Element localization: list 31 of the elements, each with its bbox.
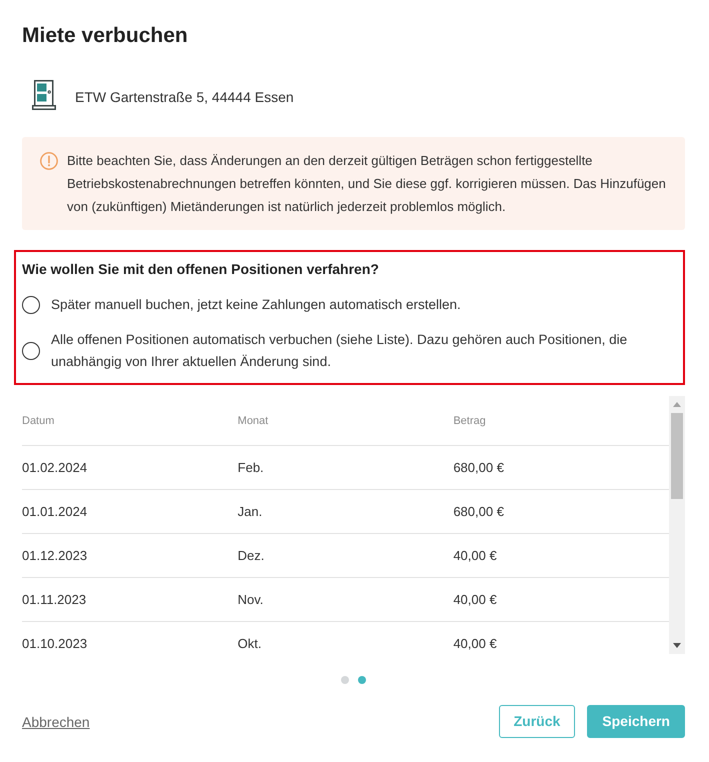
radio-button[interactable] bbox=[22, 296, 40, 314]
table-cell: 01.12.2023 bbox=[22, 546, 88, 564]
scroll-down-icon[interactable] bbox=[673, 643, 681, 648]
door-icon bbox=[32, 80, 56, 110]
table-cell: 01.10.2023 bbox=[22, 634, 88, 652]
column-header: Monat bbox=[238, 414, 268, 428]
property-address: ETW Gartenstraße 5, 44444 Essen bbox=[75, 88, 294, 107]
scrollbar-thumb[interactable] bbox=[671, 413, 683, 499]
option-label[interactable]: Alle offenen Positionen automatisch verbuchen (siehe Liste). Dazu gehören auch Positionen, die unabhängig von Ihrer aktuellen Änderung sind. bbox=[51, 329, 675, 373]
table-cell: Feb. bbox=[238, 458, 264, 476]
column-header: Betrag bbox=[453, 414, 486, 428]
table-cell: 40,00 € bbox=[453, 634, 497, 652]
table-cell: 01.02.2024 bbox=[22, 458, 88, 476]
table-cell: 680,00 € bbox=[453, 502, 504, 520]
column-header: Datum bbox=[22, 414, 54, 428]
table-cell: Nov. bbox=[238, 590, 264, 608]
notice-text: Bitte beachten Sie, dass Änderungen an den derzeit gültigen Beträgen schon fertiggestellte Betriebskostenabrechnungen betreffen könnten, und Sie diese ggf. korrigieren müssen. Das Hinzufügen von (zukünftigen) Mietänderungen ist natürlich jederzeit problemlos möglich. bbox=[67, 152, 667, 216]
table-cell: 01.01.2024 bbox=[22, 502, 88, 520]
table-cell: Okt. bbox=[238, 634, 262, 652]
question-title: Wie wollen Sie mit den offenen Positionen verfahren? bbox=[22, 260, 380, 279]
exclamation-icon bbox=[40, 152, 58, 170]
cancel-link[interactable]: Abbrechen bbox=[22, 712, 90, 732]
table-cell: Dez. bbox=[238, 546, 264, 564]
dialog-title: Miete verbuchen bbox=[22, 23, 189, 49]
table-cell: 680,00 € bbox=[453, 458, 504, 476]
radio-button[interactable] bbox=[22, 342, 40, 360]
table-cell: 40,00 € bbox=[453, 590, 497, 608]
table-cell: 01.11.2023 bbox=[22, 590, 86, 608]
option-label[interactable]: Später manuell buchen, jetzt keine Zahlungen automatisch erstellen. bbox=[51, 294, 461, 316]
table-cell: Jan. bbox=[238, 502, 262, 520]
table-cell: 40,00 € bbox=[453, 546, 497, 564]
